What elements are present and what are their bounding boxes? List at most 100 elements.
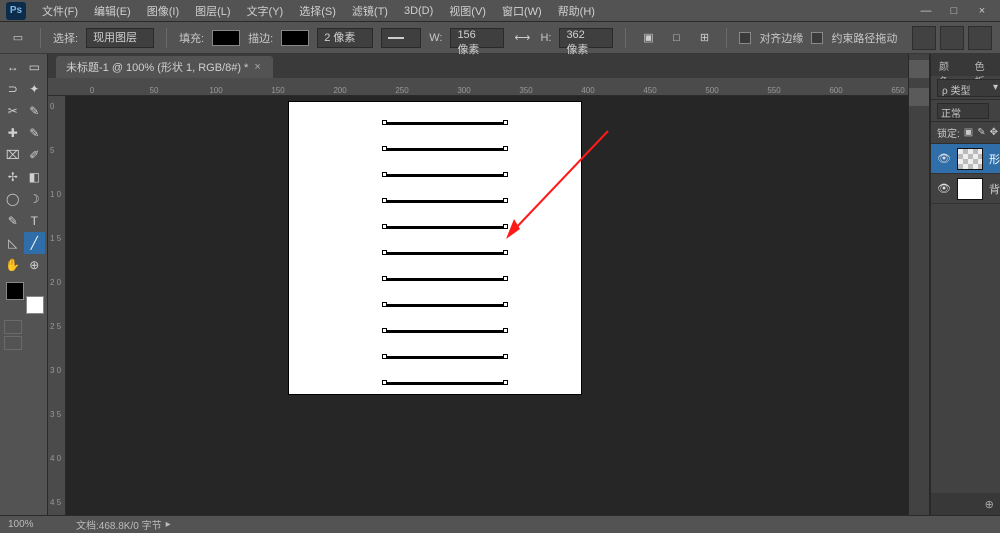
- handle-left-icon[interactable]: [382, 354, 387, 359]
- shape-line[interactable]: [385, 226, 505, 229]
- menu-file[interactable]: 文件(F): [34, 3, 86, 19]
- brush-icon[interactable]: ✎: [24, 122, 46, 144]
- shape-line[interactable]: [385, 252, 505, 255]
- wand-icon[interactable]: ✦: [24, 78, 46, 100]
- shape-line[interactable]: [385, 304, 505, 307]
- visibility-icon[interactable]: 👁: [937, 182, 951, 195]
- handle-left-icon[interactable]: [382, 120, 387, 125]
- window-minimize-icon[interactable]: —: [914, 5, 938, 17]
- menu-help[interactable]: 帮助(H): [550, 3, 603, 19]
- handle-left-icon[interactable]: [382, 328, 387, 333]
- line-icon[interactable]: ╱: [24, 232, 46, 254]
- workspace-icon-3[interactable]: [968, 26, 992, 50]
- link-wh-icon[interactable]: ⟷: [512, 28, 532, 48]
- dock-icon-1[interactable]: [909, 60, 929, 78]
- blur-icon[interactable]: ◯: [2, 188, 24, 210]
- stroke-swatch[interactable]: [281, 30, 309, 46]
- layer-kind-dropdown[interactable]: ρ 类型▾: [937, 79, 1000, 97]
- crop-icon[interactable]: ✂: [2, 100, 24, 122]
- menu-layer[interactable]: 图层(L): [187, 3, 238, 19]
- eyedrop-icon[interactable]: ✎: [24, 100, 46, 122]
- tab-swatches[interactable]: 色板: [967, 54, 1000, 76]
- stroke-width-input[interactable]: 2 像素: [317, 28, 373, 48]
- layer-name[interactable]: 形状 1: [989, 151, 1000, 167]
- dock-icon-2[interactable]: [909, 88, 929, 106]
- handle-right-icon[interactable]: [503, 172, 508, 177]
- shape-line[interactable]: [385, 174, 505, 177]
- handle-right-icon[interactable]: [503, 146, 508, 151]
- shape-line[interactable]: [385, 148, 505, 151]
- gradient-icon[interactable]: ◧: [24, 166, 46, 188]
- menu-3d[interactable]: 3D(D): [396, 5, 441, 17]
- menu-filter[interactable]: 滤镜(T): [344, 3, 396, 19]
- visibility-icon[interactable]: 👁: [937, 152, 951, 165]
- handle-left-icon[interactable]: [382, 276, 387, 281]
- layer-thumbnail[interactable]: [957, 178, 983, 200]
- menu-select[interactable]: 选择(S): [291, 3, 344, 19]
- handle-right-icon[interactable]: [503, 354, 508, 359]
- shape-line[interactable]: [385, 278, 505, 281]
- pen-icon[interactable]: ✎: [2, 210, 24, 232]
- menu-window[interactable]: 窗口(W): [494, 3, 550, 19]
- constrain-path-checkbox[interactable]: [811, 32, 823, 44]
- link-layers-icon[interactable]: ⊕: [985, 498, 994, 511]
- color-swatches[interactable]: [6, 282, 44, 314]
- layer-row[interactable]: 👁 形状 1: [931, 144, 1000, 174]
- menu-image[interactable]: 图像(I): [139, 3, 187, 19]
- shape-line[interactable]: [385, 330, 505, 333]
- workspace-icon-2[interactable]: [940, 26, 964, 50]
- lasso-icon[interactable]: ⊃: [2, 78, 24, 100]
- tab-color[interactable]: 颜色: [931, 54, 967, 76]
- menu-edit[interactable]: 编辑(E): [86, 3, 139, 19]
- height-input[interactable]: 362 像素: [559, 28, 613, 48]
- lock-transparency-icon[interactable]: ▣: [964, 127, 973, 138]
- handle-left-icon[interactable]: [382, 302, 387, 307]
- handle-right-icon[interactable]: [503, 198, 508, 203]
- history-icon[interactable]: ✐: [24, 144, 46, 166]
- foreground-color-swatch[interactable]: [6, 282, 24, 300]
- handle-right-icon[interactable]: [503, 224, 508, 229]
- info-flyout-icon[interactable]: ▸: [166, 519, 171, 530]
- handle-left-icon[interactable]: [382, 224, 387, 229]
- window-close-icon[interactable]: ×: [970, 5, 994, 17]
- handle-right-icon[interactable]: [503, 302, 508, 307]
- lock-position-icon[interactable]: ✥: [990, 127, 998, 138]
- handle-left-icon[interactable]: [382, 198, 387, 203]
- canvas-page[interactable]: [288, 101, 582, 395]
- shape-line[interactable]: [385, 200, 505, 203]
- shape-line[interactable]: [385, 356, 505, 359]
- eraser-icon[interactable]: ✢: [2, 166, 24, 188]
- move-icon[interactable]: ↔: [2, 56, 24, 78]
- heal-icon[interactable]: ✚: [2, 122, 24, 144]
- hand-icon[interactable]: ✋: [2, 254, 24, 276]
- handle-right-icon[interactable]: [503, 120, 508, 125]
- current-tool-icon[interactable]: ▭: [8, 28, 28, 48]
- layer-name[interactable]: 背景: [989, 181, 1000, 197]
- type-icon[interactable]: T: [24, 210, 46, 232]
- stroke-style-dropdown[interactable]: [381, 28, 421, 48]
- handle-right-icon[interactable]: [503, 276, 508, 281]
- ruler-vertical[interactable]: 051 01 52 02 53 03 54 04 5: [48, 96, 66, 515]
- handle-right-icon[interactable]: [503, 328, 508, 333]
- snap-edges-checkbox[interactable]: [739, 32, 751, 44]
- screenmode-icon[interactable]: [4, 336, 22, 350]
- zoom-level[interactable]: 100%: [8, 519, 68, 530]
- quickmask-icon[interactable]: [4, 320, 22, 334]
- handle-left-icon[interactable]: [382, 380, 387, 385]
- layer-row[interactable]: 👁背景🔒: [931, 174, 1000, 204]
- width-input[interactable]: 156 像素: [450, 28, 504, 48]
- menu-view[interactable]: 视图(V): [441, 3, 494, 19]
- stamp-icon[interactable]: ⌧: [2, 144, 24, 166]
- marquee-icon[interactable]: ▭: [24, 56, 46, 78]
- path-icon[interactable]: ◺: [2, 232, 24, 254]
- canvas-viewport[interactable]: [66, 96, 908, 515]
- layer-thumbnail[interactable]: [957, 148, 983, 170]
- lock-pixels-icon[interactable]: ✎: [977, 127, 985, 138]
- dodge-icon[interactable]: ☽: [24, 188, 46, 210]
- shape-line[interactable]: [385, 122, 505, 125]
- select-layer-dropdown[interactable]: 现用图层: [86, 28, 154, 48]
- path-arrange-icon[interactable]: ⊞: [694, 28, 714, 48]
- workspace-icon-1[interactable]: [912, 26, 936, 50]
- path-ops-icon[interactable]: ▣: [638, 28, 658, 48]
- handle-right-icon[interactable]: [503, 380, 508, 385]
